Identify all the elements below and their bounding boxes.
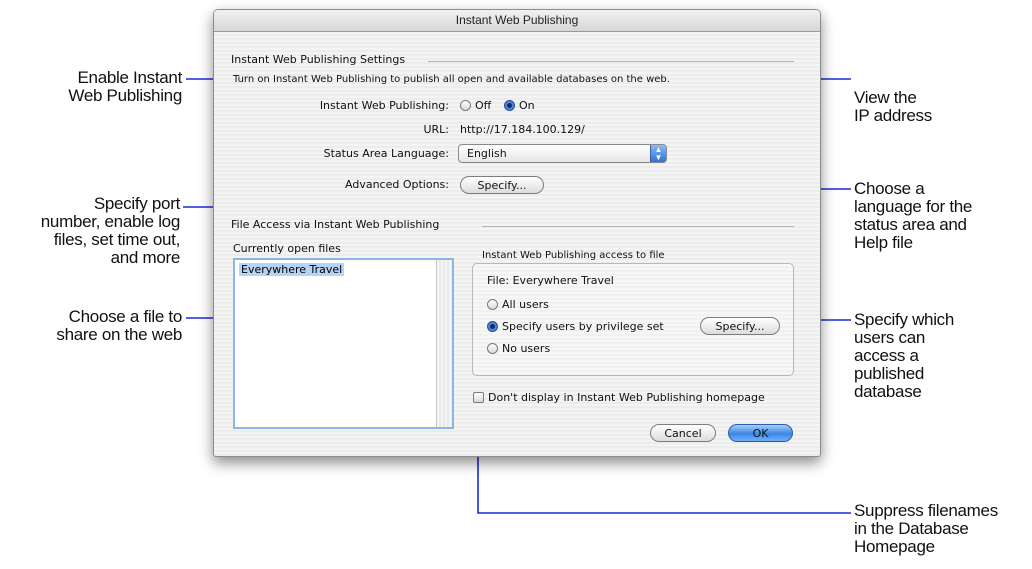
callout-enable: Enable Instant Web Publishing xyxy=(68,68,182,105)
radio-no-users[interactable]: No users xyxy=(487,342,550,355)
language-label: Status Area Language: xyxy=(323,147,449,160)
list-item[interactable]: Everywhere Travel xyxy=(239,263,345,276)
settings-group-divider xyxy=(428,61,794,62)
file-line: File: Everywhere Travel xyxy=(487,274,614,287)
access-panel: File: Everywhere Travel All users Specif… xyxy=(472,263,794,376)
radio-no-users-icon xyxy=(487,343,498,354)
radio-by-privilege[interactable]: Specify users by privilege set xyxy=(487,320,664,333)
settings-group-label: Instant Web Publishing Settings xyxy=(231,53,406,66)
window-title: Instant Web Publishing xyxy=(214,10,820,32)
callout-suppress: Suppress filenames in the Database Homepa… xyxy=(854,501,998,556)
iwp-label: Instant Web Publishing: xyxy=(319,99,449,112)
iwp-dialog: Instant Web Publishing Instant Web Publi… xyxy=(213,9,821,457)
radio-on-icon xyxy=(504,100,515,111)
settings-description: Turn on Instant Web Publishing to publis… xyxy=(233,74,670,85)
advanced-specify-button[interactable]: Specify... xyxy=(460,176,544,194)
radio-off-icon xyxy=(460,100,471,111)
callout-choose-language: Choose a language for the status area and… xyxy=(854,179,973,252)
privilege-specify-button[interactable]: Specify... xyxy=(700,317,780,335)
callout-specify-users: Specify which users can access a published… xyxy=(854,310,955,401)
radio-off[interactable]: Off xyxy=(460,99,491,112)
url-value: http://17.184.100.129/ xyxy=(460,123,585,136)
access-panel-label: Instant Web Publishing access to file xyxy=(482,250,665,261)
open-files-label: Currently open files xyxy=(233,242,341,255)
language-popup[interactable]: English ▲ ▼ xyxy=(458,144,667,163)
list-scrollbar[interactable] xyxy=(436,260,452,427)
checkbox-icon xyxy=(473,392,484,403)
dont-display-checkbox[interactable]: Don't display in Instant Web Publishing … xyxy=(473,391,765,404)
radio-on[interactable]: On xyxy=(504,99,535,112)
popup-arrows-icon: ▲ ▼ xyxy=(650,145,666,162)
open-files-list[interactable]: Everywhere Travel xyxy=(233,258,454,429)
callout-choose-file: Choose a file to share on the web xyxy=(56,307,182,344)
callout-view-ip: View the IP address xyxy=(854,88,932,125)
callout-specify-port: Specify port number, enable log files, se… xyxy=(40,194,181,267)
advanced-label: Advanced Options: xyxy=(345,178,449,191)
cancel-button[interactable]: Cancel xyxy=(650,424,716,442)
language-value: English xyxy=(467,147,507,160)
url-label: URL: xyxy=(423,123,449,136)
radio-all-users[interactable]: All users xyxy=(487,298,549,311)
radio-by-privilege-icon xyxy=(487,321,498,332)
file-access-group-divider xyxy=(482,226,794,227)
ok-button[interactable]: OK xyxy=(728,424,793,442)
radio-all-users-icon xyxy=(487,299,498,310)
file-access-group-label: File Access via Instant Web Publishing xyxy=(231,218,440,231)
